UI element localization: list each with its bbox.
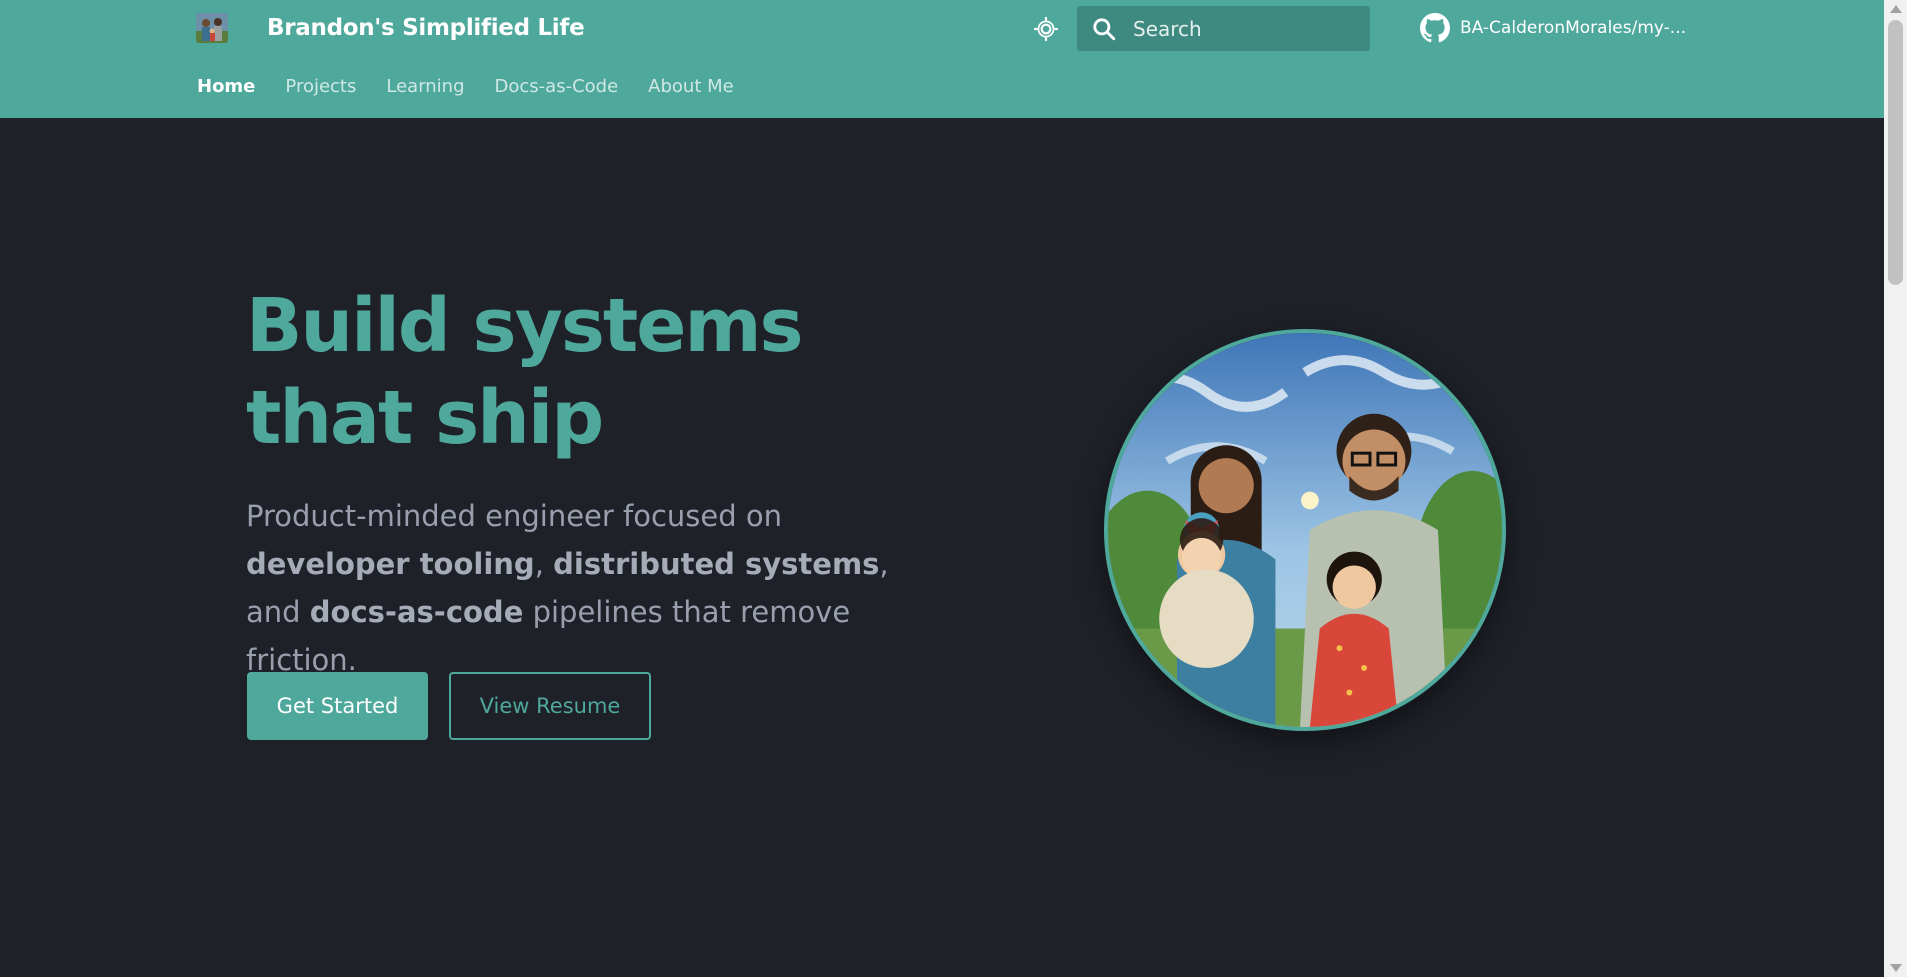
nav-tabs: Home Projects Learning Docs-as-Code Abou… [197, 76, 764, 97]
top-header: Brandon's Simplified Life BA-Caldero [0, 0, 1884, 118]
hero-sub-bold-2: distributed systems [553, 547, 880, 581]
sun-icon [1034, 17, 1058, 41]
page-scrollbar[interactable] [1884, 0, 1907, 977]
tab-home[interactable]: Home [197, 76, 255, 97]
repo-label: BA-CalderonMorales/my-... [1460, 18, 1687, 38]
search-icon [1093, 17, 1116, 40]
github-icon [1420, 13, 1450, 43]
hero-sub-comma: , [534, 547, 544, 581]
scroll-down-arrow-icon[interactable] [1890, 964, 1902, 972]
hero-sub-intro: Product-minded engineer focused on [246, 499, 783, 533]
search-input[interactable] [1133, 16, 1353, 41]
tab-learning[interactable]: Learning [386, 76, 464, 97]
view-resume-button[interactable]: View Resume [449, 672, 651, 740]
theme-toggle-button[interactable] [1030, 13, 1062, 45]
hero-sub-bold-1: developer tooling [246, 547, 535, 581]
tab-about-me[interactable]: About Me [648, 76, 734, 97]
get-started-button[interactable]: Get Started [247, 672, 428, 740]
hero-subtitle: Product-minded engineer focused on devel… [246, 492, 926, 684]
hero-title: Build systems that ship [246, 283, 804, 461]
search-box[interactable] [1077, 6, 1370, 51]
scroll-up-arrow-icon[interactable] [1890, 5, 1902, 13]
family-logo-icon[interactable] [196, 13, 228, 43]
tab-projects[interactable]: Projects [285, 76, 356, 97]
hero-sub-bold-3: docs-as-code [309, 595, 524, 629]
tab-docs-as-code[interactable]: Docs-as-Code [495, 76, 619, 97]
family-portrait-image [1104, 329, 1506, 731]
repo-link[interactable]: BA-CalderonMorales/my-... [1420, 13, 1686, 43]
site-title[interactable]: Brandon's Simplified Life [267, 13, 585, 43]
scroll-thumb[interactable] [1888, 20, 1903, 285]
page: Brandon's Simplified Life BA-Caldero [0, 0, 1907, 977]
